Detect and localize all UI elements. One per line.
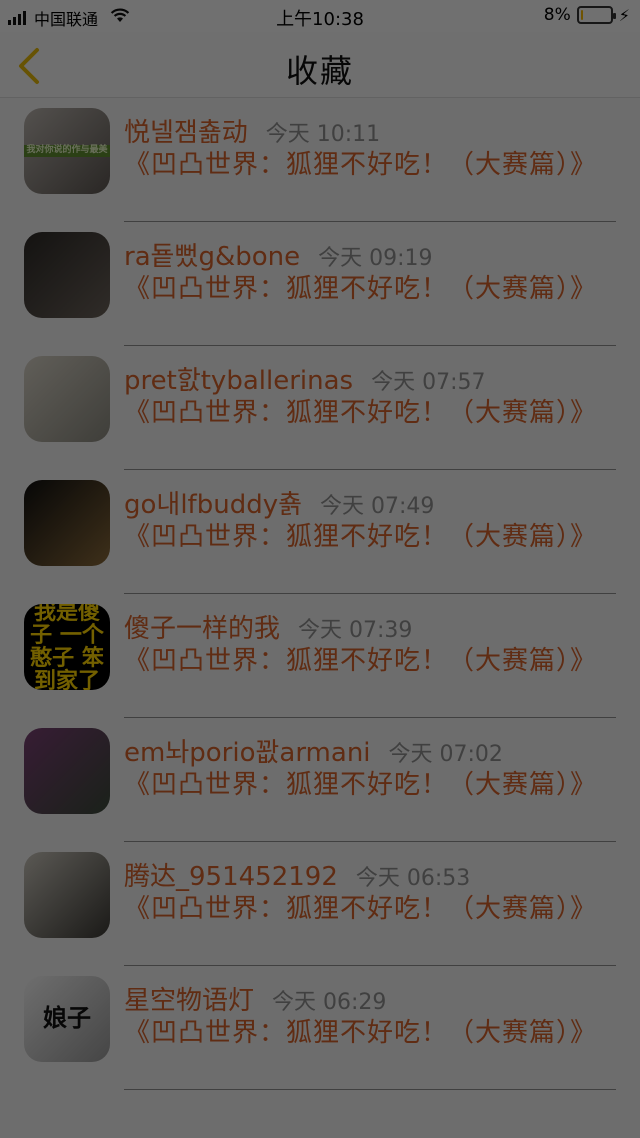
item-content: em놔porio꽚armani 今天 07:02 《凹凸世界：狐狸不好吃！（大赛篇）… [124, 732, 616, 801]
avatar-caption: 我对你说的作与最美 [24, 145, 110, 157]
item-header: ra둍뻤g&bone 今天 09:19 [124, 236, 616, 273]
charging-bolt-icon: ⚡ [618, 5, 630, 25]
nav-bar: 收藏 [0, 32, 640, 98]
item-content: go내lfbuddy춁 今天 07:49 《凹凸世界：狐狸不好吃！（大赛篇）》 [124, 484, 616, 553]
list-item[interactable]: ra둍뻤g&bone 今天 09:19 《凹凸世界：狐狸不好吃！（大赛篇）》 [0, 222, 640, 346]
list-item[interactable]: 娘子 星空物语灯 今天 06:29 《凹凸世界：狐狸不好吃！（大赛篇）》 [0, 966, 640, 1090]
timestamp: 今天 07:49 [320, 494, 435, 519]
avatar[interactable] [24, 356, 110, 442]
work-title[interactable]: 《凹凸世界：狐狸不好吃！（大赛篇）》 [124, 150, 616, 181]
work-title[interactable]: 《凹凸世界：狐狸不好吃！（大赛篇）》 [124, 274, 616, 305]
item-content: 星空物语灯 今天 06:29 《凹凸世界：狐狸不好吃！（大赛篇）》 [124, 980, 616, 1049]
status-bar: 中国联通 上午10:38 8% ⚡ [0, 0, 640, 32]
timestamp: 今天 09:19 [318, 246, 433, 271]
item-content: 傻子一样的我 今天 07:39 《凹凸世界：狐狸不好吃！（大赛篇）》 [124, 608, 616, 677]
user-name[interactable]: ra둍뻤g&bone [124, 236, 300, 273]
work-title[interactable]: 《凹凸世界：狐狸不好吃！（大赛篇）》 [124, 646, 616, 677]
page-title: 收藏 [285, 52, 354, 90]
user-name[interactable]: em놔porio꽚armani [124, 732, 371, 769]
user-name[interactable]: 腾达_951452192 [124, 856, 338, 893]
favorites-list: 我对你说的作与最美 悦넬잼춂动 今天 10:11 《凹凸世界：狐狸不好吃！（大赛篇）》… [0, 98, 640, 1090]
item-content: 腾达_951452192 今天 06:53 《凹凸世界：狐狸不好吃！（大赛篇）》 [124, 856, 616, 925]
battery-fill [580, 10, 583, 20]
status-right: 8% ⚡ [544, 5, 630, 25]
user-name[interactable]: 悦넬잼춂动 [124, 112, 248, 149]
work-title[interactable]: 《凹凸世界：狐狸不好吃！（大赛篇）》 [124, 894, 616, 925]
timestamp: 今天 07:02 [388, 742, 503, 767]
timestamp: 今天 07:39 [298, 618, 413, 643]
user-name[interactable]: pret핤tyballerinas [124, 360, 353, 397]
battery-percent: 8% [543, 5, 571, 25]
list-item[interactable]: 我对你说的作与最美 悦넬잼춂动 今天 10:11 《凹凸世界：狐狸不好吃！（大赛篇）》 [0, 98, 640, 222]
favorites-screen: 中国联通 上午10:38 8% ⚡ 收藏 我对你说的作与最美 悦넬잼춂动 今天 10… [0, 0, 640, 1138]
avatar[interactable]: 我是傻子 一个憨子 笨到家了 [24, 604, 110, 690]
avatar[interactable] [24, 232, 110, 318]
item-content: pret핤tyballerinas 今天 07:57 《凹凸世界：狐狸不好吃！（大赛… [124, 360, 616, 429]
avatar[interactable] [24, 728, 110, 814]
item-header: go내lfbuddy춁 今天 07:49 [124, 484, 616, 521]
timestamp: 今天 10:11 [265, 122, 381, 147]
list-item[interactable]: pret핤tyballerinas 今天 07:57 《凹凸世界：狐狸不好吃！（大赛… [0, 346, 640, 470]
work-title[interactable]: 《凹凸世界：狐狸不好吃！（大赛篇）》 [124, 770, 616, 801]
list-item[interactable]: em놔porio꽚armani 今天 07:02 《凹凸世界：狐狸不好吃！（大赛篇）… [0, 718, 640, 842]
item-content: ra둍뻤g&bone 今天 09:19 《凹凸世界：狐狸不好吃！（大赛篇）》 [124, 236, 616, 305]
avatar-caption: 我是傻子 一个憨子 笨到家了 [30, 604, 104, 690]
avatar[interactable]: 我对你说的作与最美 [24, 108, 110, 194]
item-header: 星空物语灯 今天 06:29 [124, 980, 616, 1017]
timestamp: 今天 06:29 [272, 990, 387, 1015]
list-item[interactable]: 我是傻子 一个憨子 笨到家了 傻子一样的我 今天 07:39 《凹凸世界：狐狸不好吃！… [0, 594, 640, 718]
timestamp: 今天 07:57 [371, 370, 486, 395]
user-name[interactable]: 傻子一样的我 [124, 608, 280, 645]
row-divider [124, 1089, 616, 1090]
item-header: 悦넬잼춂动 今天 10:11 [124, 112, 616, 149]
work-title[interactable]: 《凹凸世界：狐狸不好吃！（大赛篇）》 [124, 398, 616, 429]
list-item[interactable]: 腾达_951452192 今天 06:53 《凹凸世界：狐狸不好吃！（大赛篇）》 [0, 842, 640, 966]
avatar[interactable] [24, 480, 110, 566]
avatar[interactable] [24, 852, 110, 938]
battery-icon [576, 6, 616, 24]
user-name[interactable]: 星空物语灯 [124, 980, 254, 1017]
item-header: pret핤tyballerinas 今天 07:57 [124, 360, 616, 397]
item-header: 腾达_951452192 今天 06:53 [124, 856, 616, 893]
timestamp: 今天 06:53 [355, 866, 471, 891]
list-item[interactable]: go내lfbuddy춁 今天 07:49 《凹凸世界：狐狸不好吃！（大赛篇）》 [0, 470, 640, 594]
item-header: 傻子一样的我 今天 07:39 [124, 608, 616, 645]
avatar-caption: 娘子 [43, 1004, 91, 1033]
avatar[interactable]: 娘子 [24, 976, 110, 1062]
item-content: 悦넬잼춂动 今天 10:11 《凹凸世界：狐狸不好吃！（大赛篇）》 [124, 112, 616, 181]
work-title[interactable]: 《凹凸世界：狐狸不好吃！（大赛篇）》 [124, 1018, 616, 1049]
item-header: em놔porio꽚armani 今天 07:02 [124, 732, 616, 769]
user-name[interactable]: go내lfbuddy춁 [124, 484, 302, 521]
work-title[interactable]: 《凹凸世界：狐狸不好吃！（大赛篇）》 [124, 522, 616, 553]
